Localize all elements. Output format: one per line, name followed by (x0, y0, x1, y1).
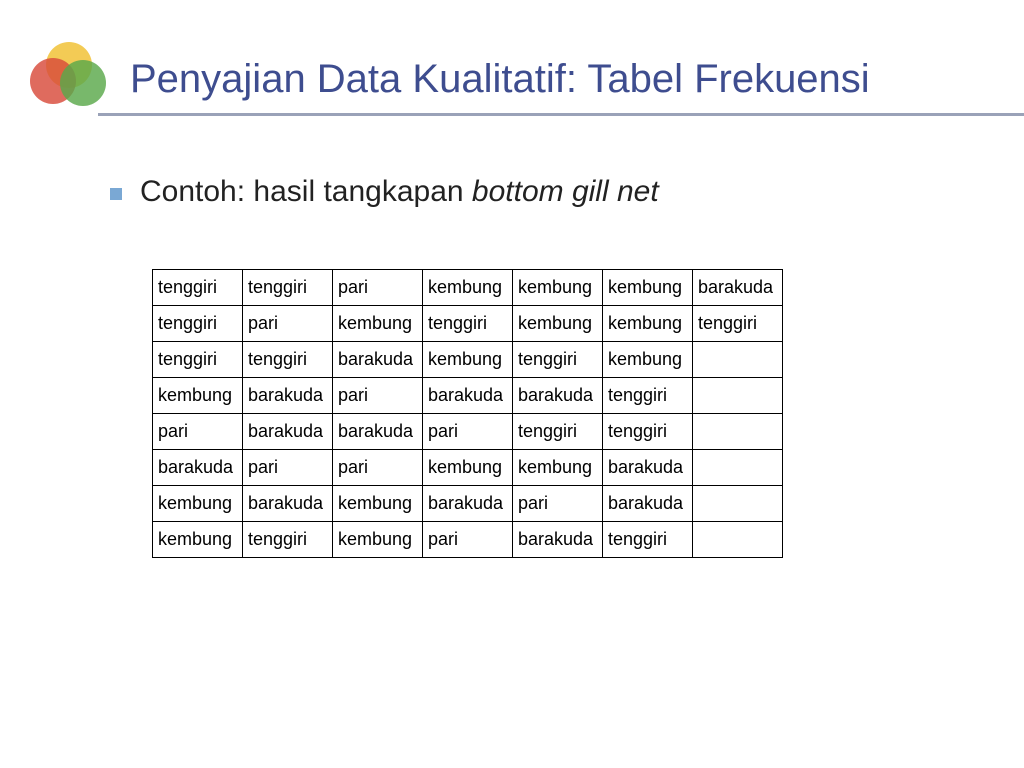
table-cell: pari (333, 378, 423, 414)
table-cell (693, 342, 783, 378)
table-row: tenggiriparikembungtenggirikembungkembun… (153, 306, 783, 342)
table-cell: barakuda (423, 378, 513, 414)
table-cell: kembung (603, 270, 693, 306)
table-cell: barakuda (693, 270, 783, 306)
table-cell: pari (243, 306, 333, 342)
table-cell: pari (423, 414, 513, 450)
table-cell: kembung (333, 522, 423, 558)
table-cell: kembung (333, 306, 423, 342)
table-row: barakudapariparikembungkembungbarakuda (153, 450, 783, 486)
slide-title: Penyajian Data Kualitatif: Tabel Frekuen… (130, 55, 984, 103)
table-cell: tenggiri (603, 378, 693, 414)
table-cell: tenggiri (603, 414, 693, 450)
table-cell: pari (243, 450, 333, 486)
table-row: paribarakudabarakudaparitenggiritenggiri (153, 414, 783, 450)
table-cell: tenggiri (243, 342, 333, 378)
bullet-prefix: Contoh: hasil tangkapan (140, 175, 472, 208)
table-row: kembungbarakudaparibarakudabarakudatengg… (153, 378, 783, 414)
slide-logo (30, 42, 108, 120)
table-cell: kembung (423, 342, 513, 378)
table-cell: kembung (423, 270, 513, 306)
table-cell: barakuda (603, 450, 693, 486)
table-cell: barakuda (513, 378, 603, 414)
table-cell: barakuda (243, 414, 333, 450)
table-cell: barakuda (603, 486, 693, 522)
table-row: kembungbarakudakembungbarakudaparibaraku… (153, 486, 783, 522)
table-cell (693, 450, 783, 486)
table-cell: tenggiri (513, 414, 603, 450)
table-cell: barakuda (243, 486, 333, 522)
table-cell: kembung (603, 342, 693, 378)
table-cell (693, 522, 783, 558)
table-cell: kembung (333, 486, 423, 522)
table-cell: barakuda (153, 450, 243, 486)
table-row: kembungtenggirikembungparibarakudatenggi… (153, 522, 783, 558)
table-cell: pari (513, 486, 603, 522)
table-cell: tenggiri (693, 306, 783, 342)
table-cell: kembung (153, 378, 243, 414)
table-cell: pari (333, 450, 423, 486)
table-cell: kembung (153, 522, 243, 558)
table-row: tenggiritenggiriparikembungkembungkembun… (153, 270, 783, 306)
table-cell: barakuda (333, 414, 423, 450)
table-cell (693, 486, 783, 522)
table-cell: tenggiri (243, 270, 333, 306)
logo-circle-green (60, 60, 106, 106)
table-cell: pari (423, 522, 513, 558)
table-row: tenggiritenggiribarakudakembungtenggirik… (153, 342, 783, 378)
table-cell: kembung (513, 270, 603, 306)
table-cell: pari (333, 270, 423, 306)
table-cell: kembung (513, 450, 603, 486)
table-cell: kembung (513, 306, 603, 342)
table-cell: tenggiri (243, 522, 333, 558)
table-cell: barakuda (243, 378, 333, 414)
table-cell: barakuda (333, 342, 423, 378)
table-cell: kembung (153, 486, 243, 522)
table-cell: barakuda (513, 522, 603, 558)
table-cell: tenggiri (153, 270, 243, 306)
table-cell: tenggiri (513, 342, 603, 378)
bullet-italic: bottom gill net (472, 175, 659, 208)
bullet-item: Contoh: hasil tangkapan bottom gill net (110, 175, 964, 209)
title-divider (98, 113, 1024, 116)
data-table: tenggiritenggiriparikembungkembungkembun… (152, 269, 783, 558)
table-cell: tenggiri (603, 522, 693, 558)
table-cell: tenggiri (423, 306, 513, 342)
bullet-square-icon (110, 188, 122, 200)
table-cell: pari (153, 414, 243, 450)
table-cell: kembung (423, 450, 513, 486)
table-cell: kembung (603, 306, 693, 342)
table-cell (693, 378, 783, 414)
table-cell: barakuda (423, 486, 513, 522)
table-cell (693, 414, 783, 450)
table-cell: tenggiri (153, 306, 243, 342)
table-cell: tenggiri (153, 342, 243, 378)
bullet-text: Contoh: hasil tangkapan bottom gill net (140, 175, 659, 209)
